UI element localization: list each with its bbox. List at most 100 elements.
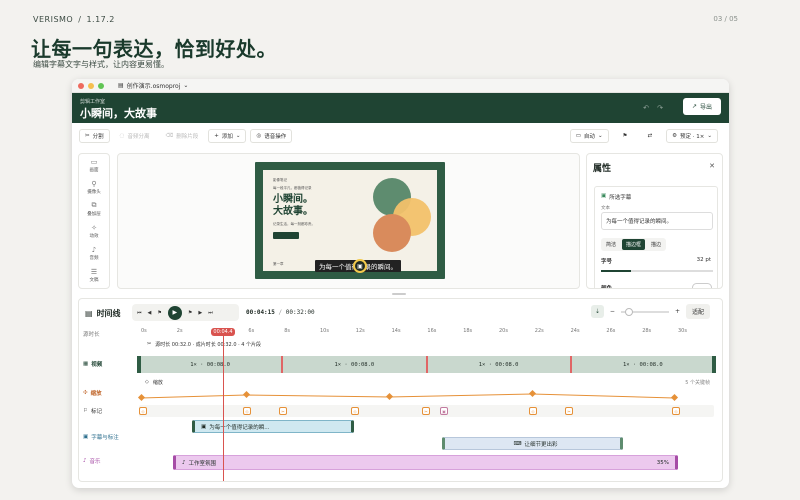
workspace-label: 剪辑工作室 <box>80 99 106 105</box>
slide-cta <box>273 232 299 239</box>
next-marker-icon[interactable]: ⚑ <box>188 310 192 316</box>
marker-cut[interactable]: ✂ <box>565 407 573 415</box>
flag-button[interactable]: ⚑ <box>616 129 634 143</box>
redo-icon[interactable]: ↷ <box>657 104 663 112</box>
marker-diamond[interactable]: ◇ <box>672 407 680 415</box>
sidebar-item-frame[interactable]: ▭ 画面 <box>79 154 109 176</box>
style-option-outline[interactable]: 描边 <box>647 239 665 250</box>
video-trim-handle-start[interactable] <box>137 356 141 373</box>
close-window-button[interactable] <box>78 82 84 89</box>
toolbar: ✂ 分割 ◌ 音频分离 ⌫ 删除片段 + 添加 ⌄ ◎ 语音操作 ▭ 自动 ⌄ ⚑ ⇄ ⚙ 预定 … <box>72 125 729 147</box>
zoom-slider[interactable] <box>620 307 669 316</box>
music-icon: ♪ <box>83 458 87 464</box>
video-segment[interactable]: 1× · 00:08.0 <box>572 356 714 373</box>
marker-caption[interactable]: ▣ <box>440 407 448 415</box>
style-option-box[interactable]: 描边框 <box>622 239 646 250</box>
marker-diamond[interactable]: ◇ <box>139 407 147 415</box>
tool-sidebar: ▭ 画面 ⚲ 摄像头 ⧉ 叠加层 ✧ 动效 ♪ 音频 ☰ 文稿 <box>78 153 110 289</box>
frame-icon: ▭ <box>90 157 98 166</box>
video-track[interactable]: 1× · 00:08.0 1× · 00:08.0 1× · 00:08.0 1… <box>139 356 714 373</box>
panel-resize-handle[interactable] <box>392 293 406 295</box>
aspect-select[interactable]: ▭ 自动 ⌄ <box>569 129 609 143</box>
preset-select[interactable]: ⚙ 预定 · 1× ⌄ <box>666 129 718 143</box>
export-button[interactable]: ↗ 导出 <box>683 98 721 115</box>
chevron-down-icon: ⌄ <box>597 133 603 139</box>
zoom-window-button[interactable] <box>98 82 104 89</box>
caption-clip[interactable]: ▣ 为每一个值得记录的瞬... <box>192 420 354 433</box>
loop-button[interactable]: ⇄ <box>641 129 659 143</box>
playhead-badge[interactable]: 00:04.4 <box>211 328 235 336</box>
track-label-marker: ⚐ 标记 <box>83 407 102 415</box>
caption-text-input[interactable]: 为每一个值得记录的瞬间。 <box>601 212 713 230</box>
detach-audio-label: 音频分离 <box>127 134 150 140</box>
style-option-plain[interactable]: 简洁 <box>602 239 620 250</box>
skip-start-icon[interactable]: ⏮ <box>137 310 142 316</box>
prev-frame-icon[interactable]: ◀ <box>148 310 152 316</box>
caption-track-icon: ▣ <box>83 434 89 440</box>
ruler-tick: 20s <box>499 328 508 334</box>
slide-desc: 记录生活，每一刻都珍贵。 <box>273 222 315 226</box>
brand: VERISMO / 1.17.2 <box>33 15 115 24</box>
play-button[interactable]: ▶ <box>167 305 182 320</box>
voice-button[interactable]: ◎ 语音操作 <box>250 129 293 143</box>
sidebar-label: 画面 <box>89 167 99 173</box>
fit-button[interactable]: 适配 <box>685 304 710 319</box>
download-button[interactable]: ⇣ <box>590 305 604 318</box>
screen-icon: ▭ <box>575 133 581 139</box>
close-icon[interactable]: ✕ <box>709 162 715 170</box>
size-slider[interactable] <box>601 270 713 272</box>
minimize-window-button[interactable] <box>88 82 94 89</box>
skip-end-icon[interactable]: ⏭ <box>208 310 213 316</box>
callout-clip[interactable]: ⌨ 让细节更出彩 <box>442 437 623 450</box>
color-toggle[interactable] <box>692 283 712 288</box>
sidebar-item-overlay[interactable]: ⧉ 叠加层 <box>79 198 109 220</box>
marker-diamond[interactable]: ◇ <box>243 407 251 415</box>
zoom-slider-thumb[interactable] <box>624 307 633 316</box>
preview-slide: 影像笔记 每一段平凡，都值得记录 小瞬间。 大故事。 记录生活，每一刻都珍贵。 … <box>255 162 445 279</box>
undo-icon[interactable]: ↶ <box>643 104 649 112</box>
sidebar-item-script[interactable]: ☰ 文稿 <box>79 264 109 286</box>
preset-label: 预定 · 1× <box>680 134 705 140</box>
marker-cut[interactable]: ✂ <box>279 407 287 415</box>
preview-canvas[interactable]: 影像笔记 每一段平凡，都值得记录 小瞬间。 大故事。 记录生活，每一刻都珍贵。 … <box>117 153 580 289</box>
video-segment[interactable]: 1× · 00:08.0 <box>428 356 572 373</box>
track-label-music-text: 音乐 <box>89 459 101 465</box>
track-label-marker-text: 标记 <box>90 409 102 415</box>
slide-footer: 第一章 <box>273 262 284 266</box>
caption-icon[interactable]: ▣ <box>353 259 367 273</box>
split-button[interactable]: ✂ 分割 <box>79 129 110 143</box>
properties-panel: 属性 ✕ ▣ 所选字幕 文本 为每一个值得记录的瞬间。 简洁 描边框 描边 字号 … <box>586 153 723 289</box>
music-clip[interactable]: ♪ 工作室氛围 35% <box>173 455 678 470</box>
timeline-panel: ▤ 时间线 ⏮ ◀ ⚑ ▶ ⚑ ▶ ⏭ 00:04:15 / 00:32:00 ⇣… <box>78 298 723 482</box>
zoom-in-icon[interactable]: + <box>675 308 680 315</box>
color-label: 颜色 <box>601 286 613 289</box>
video-segment[interactable]: 1× · 00:08.0 <box>139 356 284 373</box>
prev-marker-icon[interactable]: ⚑ <box>157 310 161 316</box>
sidebar-item-camera[interactable]: ⚲ 摄像头 <box>79 176 109 198</box>
sidebar-item-motion[interactable]: ✧ 动效 <box>79 220 109 242</box>
next-frame-icon[interactable]: ▶ <box>198 310 202 316</box>
video-trim-handle-end[interactable] <box>712 356 716 373</box>
page-indicator: 03 / 05 <box>713 15 738 23</box>
sidebar-item-audio[interactable]: ♪ 音频 <box>79 242 109 264</box>
caption-clip-label: 为每一个值得记录的瞬... <box>209 424 270 431</box>
aspect-label: 自动 <box>583 134 595 140</box>
export-label: 导出 <box>700 104 713 111</box>
chevron-down-icon: ⌄ <box>707 133 712 139</box>
delete-clip-button[interactable]: ⌫ 删除片段 <box>159 129 205 143</box>
timeline-icon: ▤ <box>85 309 93 318</box>
add-button[interactable]: + 添加 ⌄ <box>208 129 247 143</box>
video-segment[interactable]: 1× · 00:08.0 <box>283 356 428 373</box>
scissors-icon: ✂ <box>85 133 90 139</box>
file-title[interactable]: ▤ 创作演示.osmoproj ⌄ <box>118 81 188 90</box>
marker-diamond[interactable]: ◇ <box>351 407 359 415</box>
zoom-out-icon[interactable]: − <box>610 308 615 315</box>
diamond-icon: ◇ <box>145 379 149 385</box>
marker-diamond[interactable]: ◇ <box>529 407 537 415</box>
title-bar: ▤ 创作演示.osmoproj ⌄ <box>72 79 729 93</box>
trash-icon: ⌫ <box>165 133 174 139</box>
marker-track[interactable]: ◇ ◇ ✂ ◇ ✂ ▣ ◇ ✂ ◇ <box>139 405 714 417</box>
camera-icon: ⚲ <box>91 179 97 188</box>
marker-cut[interactable]: ✂ <box>422 407 430 415</box>
detach-audio-button[interactable]: ◌ 音频分离 <box>113 129 156 143</box>
